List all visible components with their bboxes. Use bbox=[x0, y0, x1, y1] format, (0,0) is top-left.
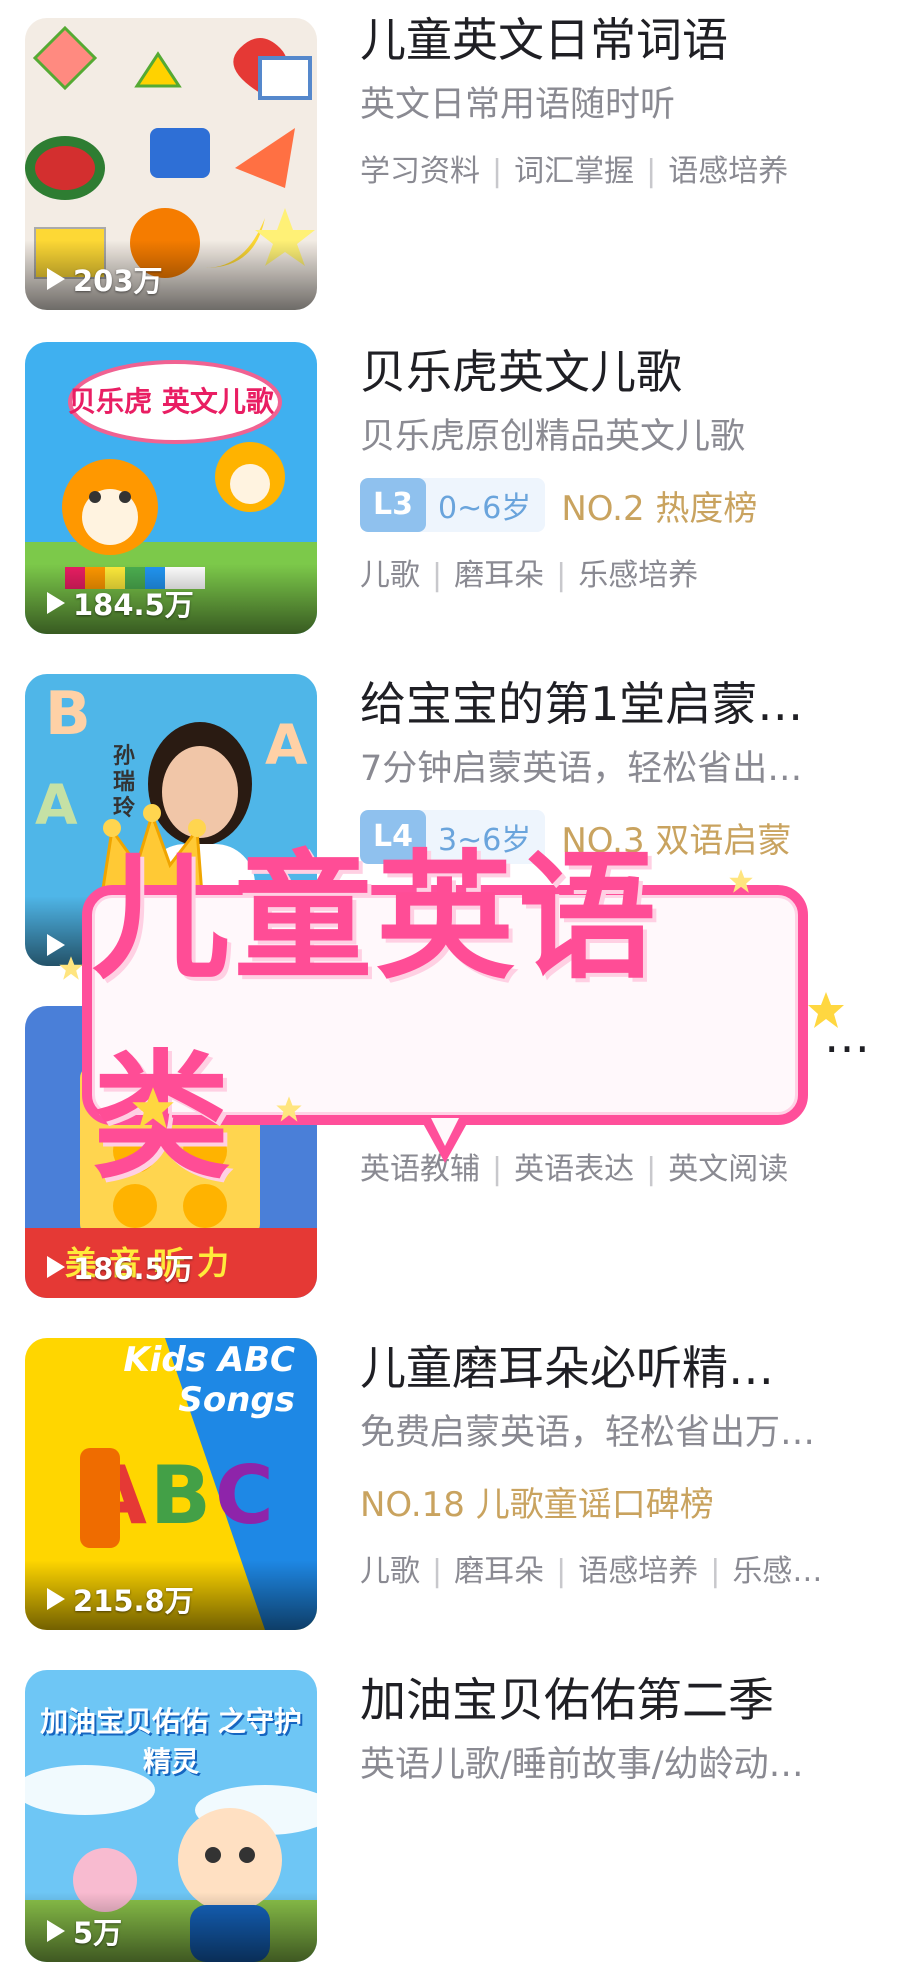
level-badge: L3 0~6岁 bbox=[360, 478, 546, 532]
play-count: 203万 bbox=[47, 258, 163, 300]
star-icon bbox=[729, 869, 753, 893]
play-icon bbox=[47, 1588, 65, 1610]
play-count bbox=[47, 934, 73, 956]
play-count: 186.5万 bbox=[47, 1246, 194, 1288]
play-icon bbox=[47, 1256, 65, 1278]
album-cover[interactable]: 加油宝贝佑佑 之守护精灵 5万 bbox=[25, 1670, 317, 1962]
album-subtitle: 免费启蒙英语，轻松省出万… bbox=[360, 1413, 816, 1453]
rank-badge[interactable]: NO.18 儿歌童谣口碑榜 bbox=[360, 1477, 714, 1526]
album-item[interactable]: 贝乐虎 英文儿歌 184.5万 贝乐虎英文儿歌 贝乐虎原创精品英文儿歌 L3 0… bbox=[0, 332, 915, 634]
rank-badge[interactable]: NO.2 热度榜 bbox=[561, 481, 757, 530]
speech-tail-icon bbox=[420, 1118, 470, 1163]
play-icon bbox=[47, 934, 65, 956]
cover-title: 加油宝贝佑佑 之守护精灵 bbox=[40, 1705, 302, 1778]
svg-text:B: B bbox=[150, 1449, 211, 1542]
album-title[interactable]: 儿童磨耳朵必听精… bbox=[360, 1340, 880, 1396]
svg-text:A: A bbox=[35, 773, 78, 837]
cover-title: Kids ABC Songs bbox=[123, 1340, 295, 1420]
album-title[interactable]: 贝乐虎英文儿歌 bbox=[360, 344, 880, 400]
play-count: 215.8万 bbox=[47, 1578, 194, 1620]
album-tags: 儿歌 | 磨耳朵 | 语感培养 | 乐感… bbox=[360, 1554, 823, 1589]
album-cover[interactable]: A B C Kids ABC Songs 215.8万 bbox=[25, 1338, 317, 1630]
star-icon bbox=[59, 956, 83, 980]
play-icon bbox=[47, 592, 65, 614]
svg-text:C: C bbox=[215, 1449, 274, 1542]
play-count: 5万 bbox=[47, 1910, 122, 1952]
album-title[interactable]: 儿童英文日常词语 bbox=[360, 12, 880, 68]
star-icon bbox=[132, 1087, 174, 1129]
star-icon bbox=[808, 992, 844, 1028]
album-subtitle: 7分钟启蒙英语，轻松省出… bbox=[360, 749, 803, 789]
svg-text:B: B bbox=[45, 679, 91, 749]
play-icon bbox=[47, 1920, 65, 1942]
album-tags: 学习资料 | 词汇掌握 | 语感培养 bbox=[360, 154, 789, 189]
album-item[interactable]: 加油宝贝佑佑 之守护精灵 5万 加油宝贝佑佑第二季 英语儿歌/睡前故事/幼龄动… bbox=[0, 1660, 915, 1962]
album-title[interactable]: 给宝宝的第1堂启蒙… bbox=[360, 676, 880, 732]
cover-title: 贝乐虎 英文儿歌 bbox=[68, 385, 274, 418]
album-cover[interactable]: 贝乐虎 英文儿歌 184.5万 bbox=[25, 342, 317, 634]
album-subtitle: 贝乐虎原创精品英文儿歌 bbox=[360, 417, 746, 457]
album-item[interactable]: 203万 儿童英文日常词语 英文日常用语随时听 学习资料 | 词汇掌握 | 语感培养 bbox=[0, 0, 915, 310]
album-cover[interactable]: 203万 bbox=[25, 18, 317, 310]
album-item[interactable]: A B C Kids ABC Songs 215.8万 儿童磨耳朵必听精… 免费… bbox=[0, 1328, 915, 1630]
album-tags: 儿歌 | 磨耳朵 | 乐感培养 bbox=[360, 558, 699, 593]
album-subtitle: 英文日常用语随时听 bbox=[360, 85, 676, 125]
album-subtitle: 英语儿歌/睡前故事/幼龄动… bbox=[360, 1745, 804, 1785]
banner-title: 儿童英语类 bbox=[92, 837, 661, 1198]
play-count: 184.5万 bbox=[47, 582, 194, 624]
album-title[interactable]: 加油宝贝佑佑第二季 bbox=[360, 1672, 880, 1728]
svg-text:A: A bbox=[265, 713, 308, 777]
star-icon bbox=[276, 1096, 302, 1122]
play-icon bbox=[47, 268, 65, 290]
category-banner: 儿童英语类 bbox=[82, 837, 808, 1198]
